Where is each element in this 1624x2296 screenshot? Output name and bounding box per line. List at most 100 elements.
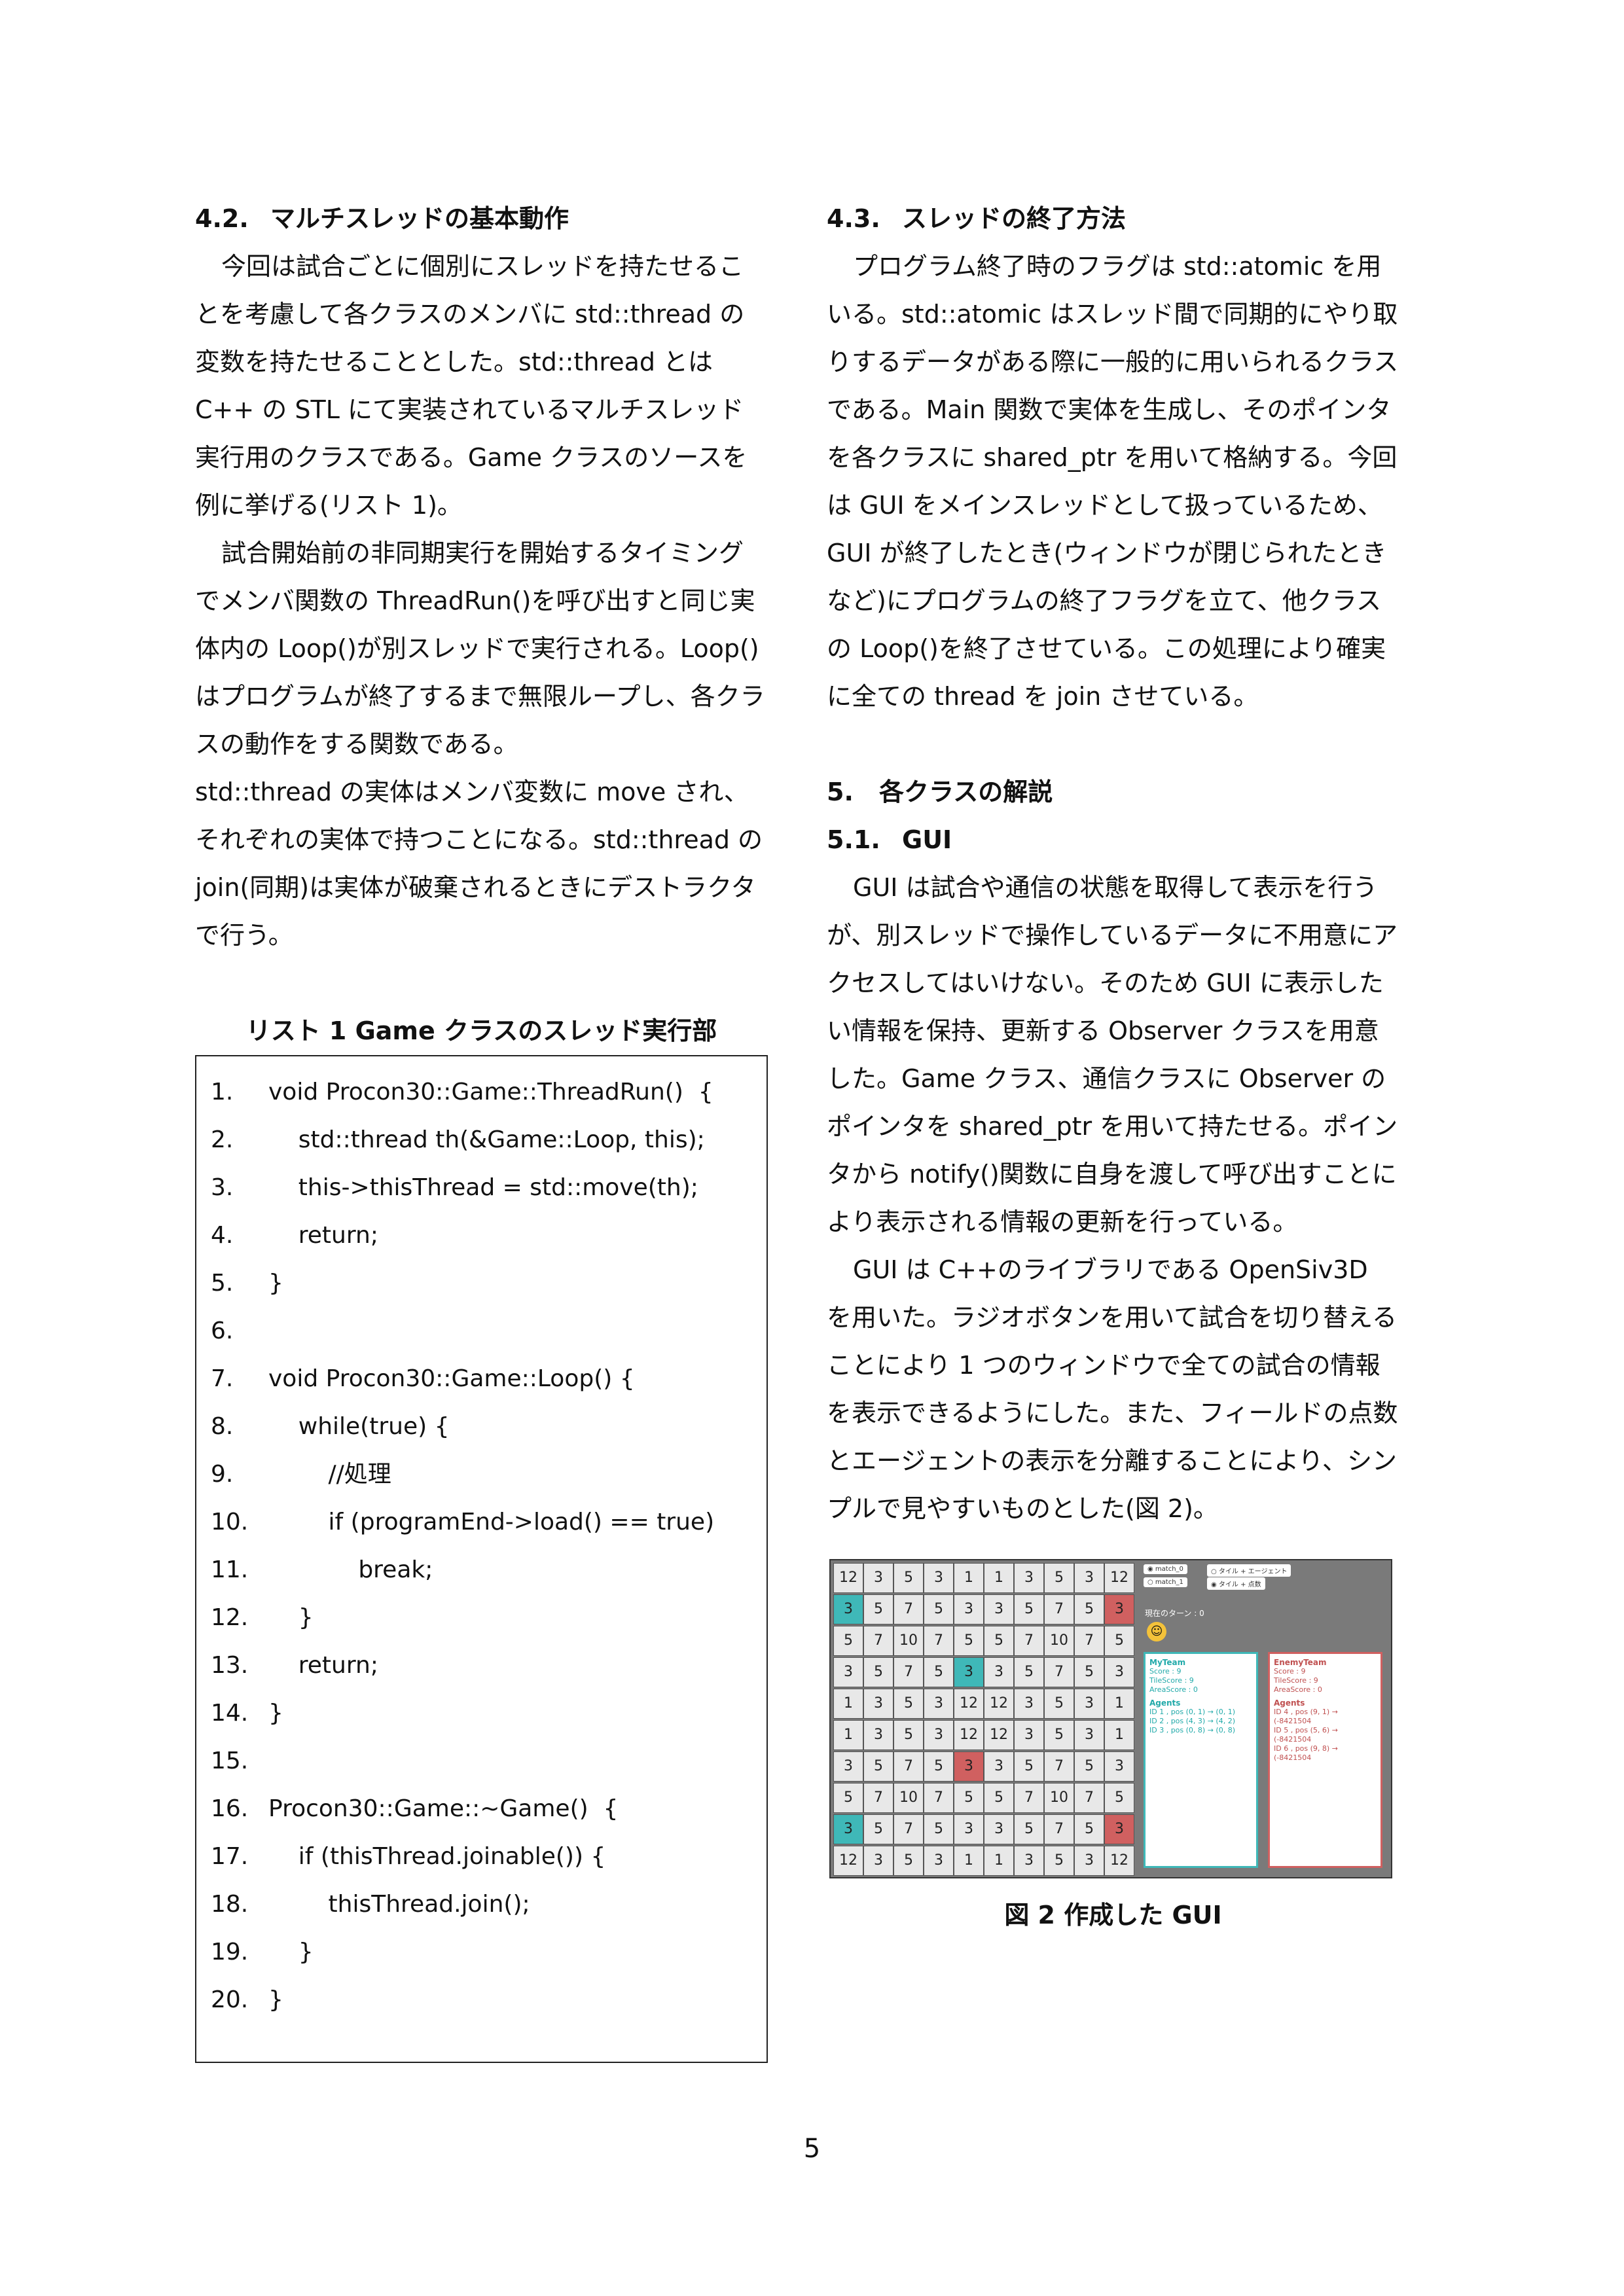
team-title: EnemyTeam <box>1274 1658 1327 1667</box>
code-text: if (thisThread.joinable()) { <box>268 1843 606 1870</box>
grid-cell: 3 <box>924 1720 954 1750</box>
grid-cell: 3 <box>924 1846 954 1876</box>
code-text: void Procon30::Game::ThreadRun() { <box>268 1079 713 1105</box>
grid-cell: 3 <box>833 1814 863 1844</box>
grid-cell: 10 <box>893 1783 924 1813</box>
grid-cell: 3 <box>1014 1563 1044 1593</box>
gui-screenshot-figure: 12 3 5 3 1 1 3 5 3 12 3 5 7 5 3 3 5 7 5 3 5 7 10 7 5 5 7 10 7 5 3 5 7 5 3 3… <box>829 1559 1392 1878</box>
section-number: 4.3. <box>827 204 880 233</box>
line-number: 11. <box>211 1556 249 1583</box>
grid-cell: 5 <box>893 1720 924 1750</box>
grid-cell: 3 <box>1104 1657 1134 1687</box>
grid-cell: 5 <box>1074 1814 1104 1844</box>
grid-cell: 3 <box>1014 1720 1044 1750</box>
grid-cell: 10 <box>1044 1626 1074 1656</box>
grid-cell: 5 <box>1044 1563 1074 1593</box>
code-line: 20.} <box>196 1976 767 2024</box>
grid-cell: 5 <box>863 1594 893 1624</box>
paragraph: GUI は C++のライブラリである OpenSiv3D を用いた。ラジオボタン… <box>827 1255 1398 1523</box>
code-line: 2. std::thread th(&Game::Loop, this); <box>196 1116 767 1164</box>
match-radio-1[interactable]: ○ match_1 <box>1144 1577 1187 1587</box>
turn-label: 現在のターン : 0 <box>1145 1609 1204 1618</box>
section-number: 4.2. <box>195 204 249 233</box>
grid-cell: 5 <box>1074 1657 1104 1687</box>
grid-cell: 1 <box>833 1720 863 1750</box>
line-number: 6. <box>211 1318 234 1344</box>
grid-cell: 5 <box>893 1689 924 1719</box>
grid-cell: 3 <box>924 1563 954 1593</box>
grid-cell: 7 <box>863 1783 893 1813</box>
grid-cell: 3 <box>1074 1720 1104 1750</box>
grid-cell: 3 <box>1104 1594 1134 1624</box>
line-number: 17. <box>211 1843 249 1870</box>
grid-cell: 3 <box>954 1594 984 1624</box>
agents-heading: Agents <box>1149 1698 1181 1708</box>
grid-cell: 3 <box>954 1814 984 1844</box>
listing-caption: リスト 1 Game クラスのスレッド実行部 <box>245 1016 717 1045</box>
team-title: MyTeam <box>1149 1658 1186 1667</box>
code-text: Procon30::Game::~Game() { <box>268 1795 619 1822</box>
grid-cell: 5 <box>984 1783 1014 1813</box>
grid-cell: 3 <box>863 1563 893 1593</box>
grid-cell: 7 <box>893 1594 924 1624</box>
paragraph: std::thread の実体はメンバ変数に move され、それぞれの実体で持… <box>195 778 763 950</box>
grid-cell: 5 <box>893 1846 924 1876</box>
grid-cell: 7 <box>1014 1783 1044 1813</box>
grid-cell: 5 <box>1044 1846 1074 1876</box>
smiley-icon: ☺ <box>1147 1622 1166 1641</box>
agent-entry: ID 2 , pos (4, 3) → (4, 2) <box>1149 1717 1235 1725</box>
grid-cell: 5 <box>863 1657 893 1687</box>
paragraph: プログラム終了時のフラグは std::atomic を用いる。std::atom… <box>827 252 1399 711</box>
radio-label: タイル + 点数 <box>1218 1581 1261 1588</box>
grid-cell: 1 <box>984 1846 1014 1876</box>
grid-cell: 5 <box>924 1751 954 1782</box>
grid-cell: 5 <box>1044 1720 1074 1750</box>
grid-cell: 7 <box>1044 1751 1074 1782</box>
grid-cell: 5 <box>924 1657 954 1687</box>
paragraph: GUI は試合や通信の状態を取得して表示を行うが、別スレッドで操作しているデータ… <box>827 873 1398 1236</box>
grid-cell: 3 <box>984 1594 1014 1624</box>
code-line: 9. //処理 <box>196 1450 767 1498</box>
grid-cell: 5 <box>1014 1657 1044 1687</box>
left-column: 4.2. マルチスレッドの基本動作 今回は試合ごとに個別にスレッドを持たせることを… <box>195 195 768 2063</box>
match-radio-0[interactable]: ◉ match_0 <box>1144 1564 1187 1574</box>
area-score: AreaScore : 0 <box>1149 1685 1198 1694</box>
grid-cell: 7 <box>1044 1814 1074 1844</box>
code-text: void Procon30::Game::Loop() { <box>268 1365 635 1392</box>
grid-cell: 3 <box>1104 1751 1134 1782</box>
grid-cell: 5 <box>954 1626 984 1656</box>
line-number: 13. <box>211 1652 249 1679</box>
radio-label: match_1 <box>1155 1579 1183 1586</box>
display-radio-score[interactable]: ◉ タイル + 点数 <box>1207 1577 1265 1590</box>
grid-cell: 3 <box>984 1814 1014 1844</box>
grid-cell: 5 <box>1104 1783 1134 1813</box>
grid-cell: 3 <box>1014 1689 1044 1719</box>
code-text: this->thisThread = std::move(th); <box>268 1174 698 1201</box>
code-text: //処理 <box>268 1461 391 1488</box>
grid-cell: 12 <box>984 1720 1014 1750</box>
agent-entry: ID 1 , pos (0, 1) → (0, 1) <box>1149 1708 1235 1716</box>
code-text: thisThread.join(); <box>268 1891 530 1918</box>
grid-cell: 7 <box>924 1783 954 1813</box>
display-radio-agent[interactable]: ○ タイル + エージェント <box>1207 1564 1291 1577</box>
grid-cell: 3 <box>954 1657 984 1687</box>
code-text: if (programEnd->load() == true) <box>268 1509 715 1535</box>
code-line: 5.} <box>196 1259 767 1307</box>
code-text: std::thread th(&Game::Loop, this); <box>268 1126 705 1153</box>
area-score: AreaScore : 0 <box>1274 1685 1322 1694</box>
code-line: 4. return; <box>196 1211 767 1259</box>
line-number: 4. <box>211 1222 234 1249</box>
grid-cell: 12 <box>954 1720 984 1750</box>
grid-cell: 7 <box>1014 1626 1044 1656</box>
grid-cell: 1 <box>954 1563 984 1593</box>
line-number: 2. <box>211 1126 234 1153</box>
grid-cell: 3 <box>1074 1689 1104 1719</box>
agent-entry: ID 6 , pos (9, 8) → (-8421504 <box>1274 1744 1338 1762</box>
line-number: 8. <box>211 1413 234 1440</box>
grid-cell: 5 <box>1014 1814 1044 1844</box>
code-line: 11. break; <box>196 1546 767 1594</box>
grid-cell: 12 <box>984 1689 1014 1719</box>
line-number: 7. <box>211 1365 234 1392</box>
code-line: 13. return; <box>196 1641 767 1689</box>
page-number: 5 <box>803 2134 821 2164</box>
